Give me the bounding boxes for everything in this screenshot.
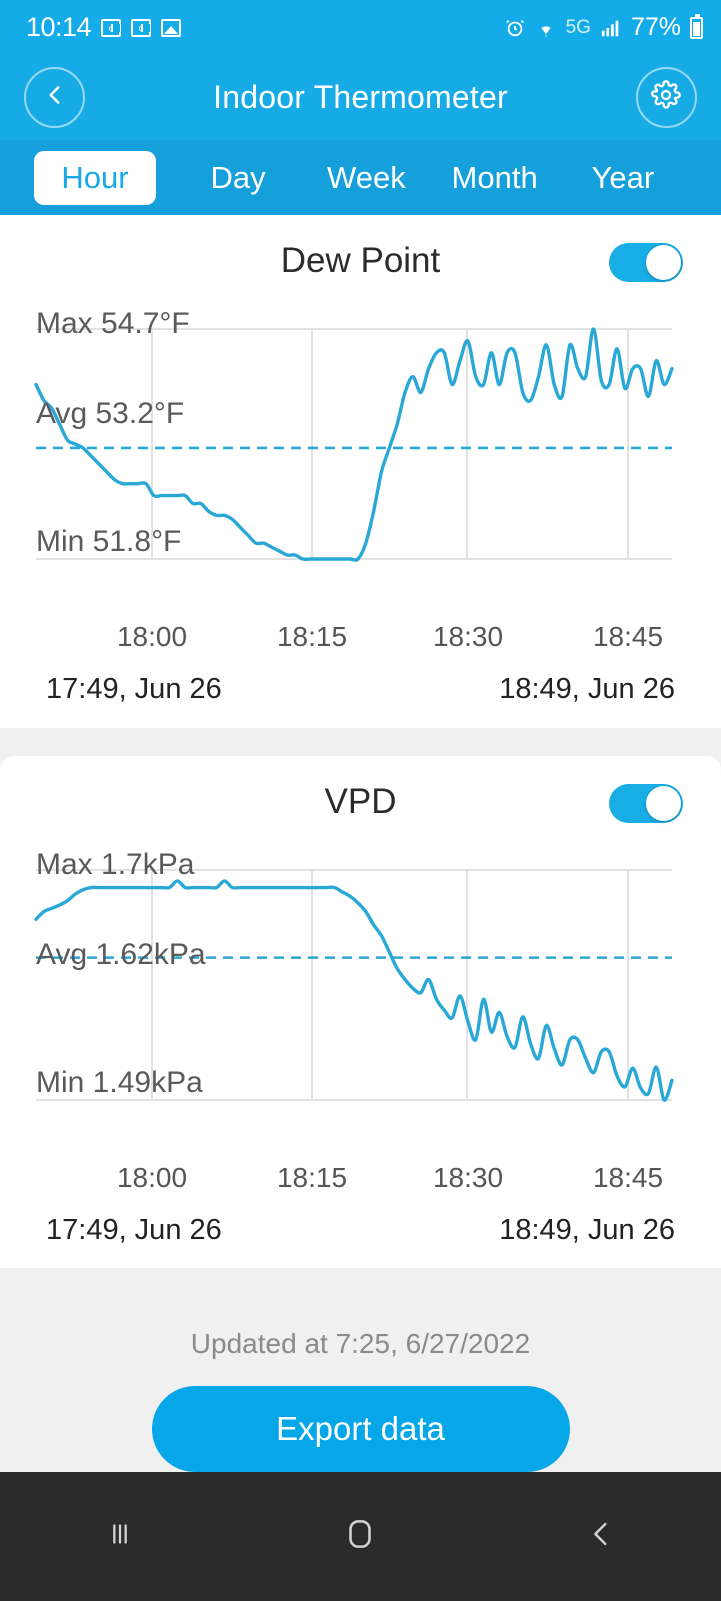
dew-point-line-chart (34, 327, 674, 562)
stat-avg: Avg 1.62kPa (36, 938, 206, 971)
image-icon (161, 18, 182, 37)
chevron-left-icon (42, 80, 68, 115)
home-button[interactable] (290, 1497, 430, 1577)
x-tick-label: 18:30 (432, 621, 504, 652)
outlook-badge-icon: o (131, 18, 152, 37)
gear-icon (651, 80, 682, 115)
back-icon (584, 1517, 618, 1556)
status-bar-right: 5G 77% (504, 13, 703, 42)
recents-icon (103, 1517, 137, 1556)
chart-title: VPD (324, 782, 397, 821)
x-tick-label: 18:45 (592, 621, 664, 652)
range-start-label: 17:49, Jun 26 (46, 673, 222, 705)
chart-title: Dew Point (280, 241, 441, 280)
android-nav-bar (0, 1472, 721, 1601)
stat-min: Min 1.49kPa (36, 1066, 203, 1099)
wifi-icon (534, 17, 558, 39)
network-type-label: 5G (565, 16, 591, 38)
vpd-line-chart (34, 869, 674, 1102)
app-screen: 10:14 o o 5G 77% Indoor Thermometer Hour… (0, 0, 721, 1601)
battery-icon (690, 13, 703, 39)
home-icon (341, 1515, 379, 1558)
stat-max: Max 1.7kPa (36, 848, 195, 881)
app-bar: Indoor Thermometer (0, 55, 721, 140)
status-bar: 10:14 o o 5G 77% (0, 0, 721, 55)
range-start-label: 17:49, Jun 26 (46, 1214, 222, 1246)
status-time: 10:14 (26, 12, 92, 42)
x-tick-label: 18:30 (432, 1162, 504, 1193)
period-tab-bar: Hour Day Week Month Year (0, 140, 721, 215)
battery-percent-label: 77% (630, 13, 681, 41)
footer: Updated at 7:25, 6/27/2022 Export data (0, 1290, 721, 1472)
x-tick-label: 18:15 (276, 621, 348, 652)
toggle-knob (646, 245, 681, 280)
vpd-toggle[interactable] (609, 784, 683, 823)
range-end-label: 18:49, Jun 26 (499, 1214, 675, 1246)
range-end-label: 18:49, Jun 26 (499, 673, 675, 705)
page-title: Indoor Thermometer (213, 79, 508, 115)
outlook-badge-icon: o (101, 18, 122, 37)
chart-card-vpd: VPD Max 1.7kPa Avg 1.62kPa Min 1.49kPa 1… (0, 756, 721, 1268)
back-nav-button[interactable] (531, 1497, 671, 1577)
signal-icon (599, 17, 623, 39)
chart-card-header: Dew Point (0, 215, 721, 307)
tab-week[interactable]: Week (302, 151, 430, 205)
settings-button[interactable] (635, 67, 697, 128)
status-bar-left: 10:14 o o (26, 12, 182, 43)
x-tick-label: 18:00 (116, 621, 188, 652)
chart-card-dew-point: Dew Point Max 54.7°F Avg 53.2°F Min 51.8… (0, 215, 721, 728)
x-tick-label: 18:45 (592, 1162, 664, 1193)
x-tick-label: 18:00 (116, 1162, 188, 1193)
stat-max: Max 54.7°F (36, 307, 190, 340)
chart-x-axis-dew: 18:00 18:15 18:30 18:45 (0, 617, 721, 665)
tab-day[interactable]: Day (174, 151, 302, 205)
tab-hour[interactable]: Hour (34, 150, 156, 205)
tab-year[interactable]: Year (559, 151, 687, 205)
updated-timestamp: Updated at 7:25, 6/27/2022 (190, 1328, 531, 1359)
charts-scroll-area[interactable]: Dew Point Max 54.7°F Avg 53.2°F Min 51.8… (0, 215, 721, 1290)
stat-avg: Avg 53.2°F (36, 397, 185, 430)
toggle-knob (646, 786, 681, 821)
recents-button[interactable] (50, 1497, 190, 1577)
chart-range-row-dew: 17:49, Jun 26 18:49, Jun 26 (0, 665, 721, 706)
tab-month[interactable]: Month (431, 151, 559, 205)
chart-plot-vpd: Max 1.7kPa Avg 1.62kPa Min 1.49kPa (0, 848, 721, 1158)
chart-plot-dew-point: Max 54.7°F Avg 53.2°F Min 51.8°F (0, 307, 721, 617)
stat-min: Min 51.8°F (36, 525, 182, 558)
chart-range-row-vpd: 17:49, Jun 26 18:49, Jun 26 (0, 1206, 721, 1247)
dew-point-toggle[interactable] (609, 243, 683, 282)
export-data-button[interactable]: Export data (151, 1386, 570, 1472)
chart-x-axis-vpd: 18:00 18:15 18:30 18:45 (0, 1158, 721, 1206)
back-button[interactable] (24, 67, 85, 128)
chart-card-header: VPD (0, 756, 721, 848)
alarm-icon (504, 17, 526, 39)
x-tick-label: 18:15 (276, 1162, 348, 1193)
